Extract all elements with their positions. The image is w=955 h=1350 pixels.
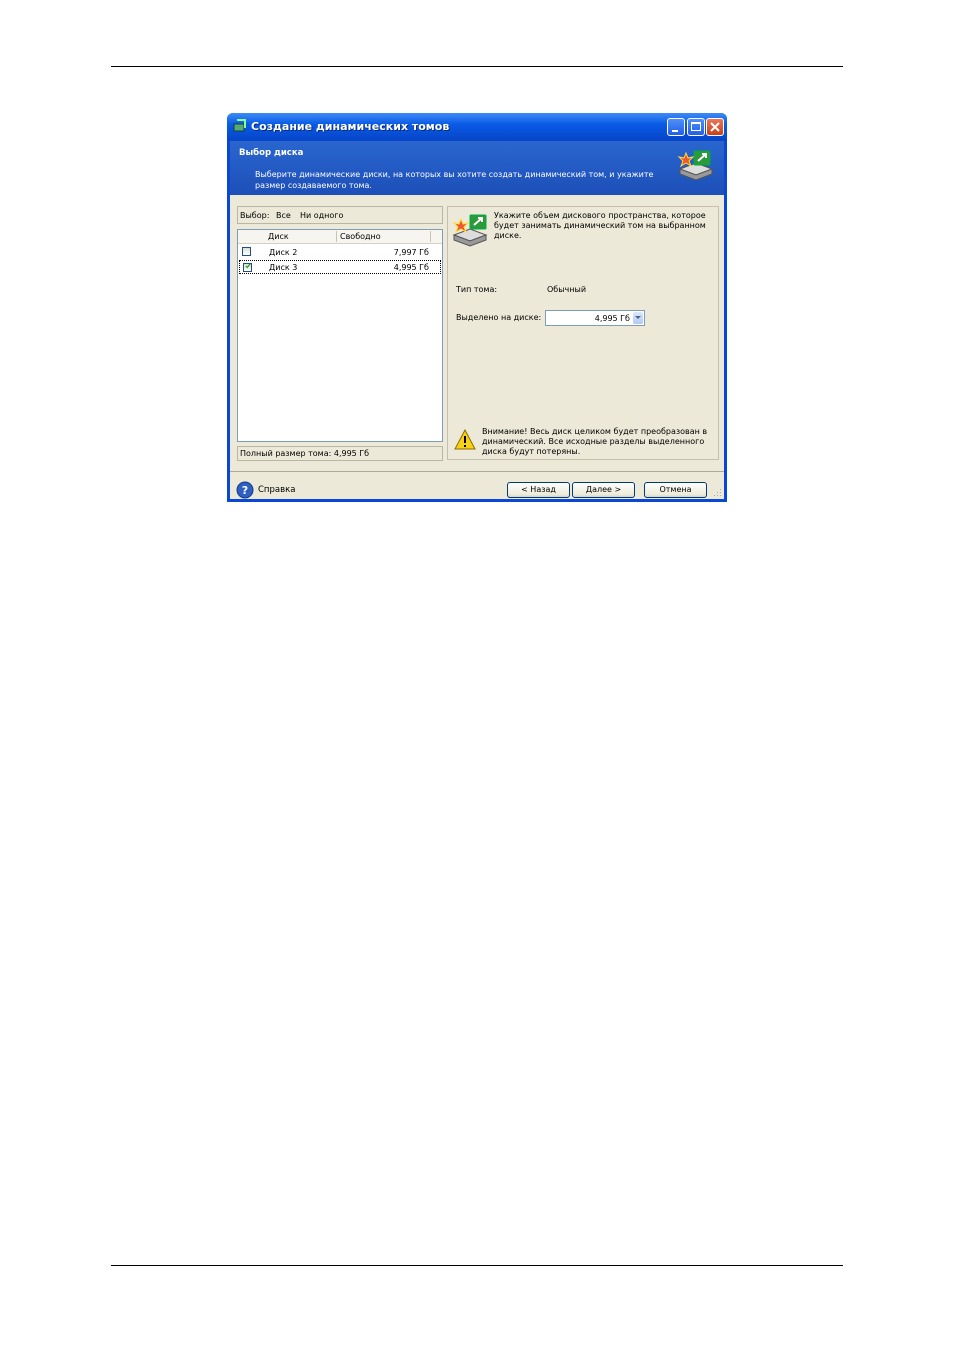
checkmark-icon [245,263,251,269]
volume-details-panel: Укажите объем дискового пространства, ко… [447,206,719,460]
volume-type-value: Обычный [547,285,587,294]
total-size-label: Полный размер тома: 4,995 Гб [240,449,370,458]
disk-name: Диск 2 [269,248,298,257]
window-title: Создание динамических томов [251,120,450,133]
back-button[interactable]: < Назад [507,482,570,498]
close-button[interactable] [706,118,724,136]
disk-volume-icon [452,214,488,247]
warning-icon [454,429,476,450]
warning-text: Внимание! Весь диск целиком будет преобр… [482,427,708,456]
disk-checkbox[interactable] [243,263,252,272]
step-title: Выбор диска [239,148,304,158]
column-separator[interactable] [336,231,337,242]
title-bar[interactable]: Создание динамических томов [227,113,727,141]
wizard-window: Создание динамических томов Выбор диска … [227,113,727,502]
app-icon [233,119,246,132]
column-disk[interactable]: Диск [268,232,289,241]
select-all-link[interactable]: Все [276,211,291,220]
svg-text:?: ? [242,484,248,497]
disk-volume-icon [677,150,714,181]
spin-button[interactable] [633,312,643,324]
wizard-body: Выбор: Все Ни одного Диск Свободно Диск … [230,195,724,499]
disk-list[interactable]: Диск Свободно Диск 2 7,997 Гб Диск 3 4,9… [237,229,443,442]
disk-free-space: 7,997 Гб [393,248,429,257]
disk-checkbox[interactable] [242,247,251,256]
allocated-label: Выделено на диске: [456,313,542,322]
maximize-icon [691,122,701,131]
select-none-link[interactable]: Ни одного [300,211,343,220]
disk-row[interactable]: Диск 3 4,995 Гб [239,260,441,274]
allocation-instruction: Укажите объем дискового пространства, ко… [494,211,706,240]
maximize-button[interactable] [687,118,705,136]
disk-name: Диск 3 [269,263,298,272]
help-icon[interactable]: ? [236,481,254,499]
cancel-button[interactable]: Отмена [644,482,707,498]
step-description: Выберите динамические диски, на которых … [255,170,654,190]
page-top-rule [111,66,843,67]
disk-selection-panel: Выбор: Все Ни одного Диск Свободно Диск … [237,206,443,461]
resize-grip-icon[interactable] [712,487,722,497]
minimize-button[interactable] [667,118,685,136]
minimize-icon [672,130,678,132]
wizard-header: Выбор диска Выберите динамические диски,… [230,141,724,195]
footer-divider [230,471,724,472]
disk-free-space: 4,995 Гб [393,263,429,272]
column-separator[interactable] [430,231,431,242]
page-bottom-rule [111,1265,843,1266]
selection-bar: Выбор: Все Ни одного [237,206,443,224]
disk-row[interactable]: Диск 2 7,997 Гб [239,245,441,259]
volume-type-label: Тип тома: [456,285,498,294]
column-free[interactable]: Свободно [340,232,381,241]
allocated-size-input[interactable]: 4,995 Гб [545,310,645,326]
selection-label: Выбор: [240,211,270,220]
list-header: Диск Свободно [238,230,442,244]
help-link[interactable]: Справка [258,485,295,495]
next-button[interactable]: Далее > [572,482,635,498]
close-icon [710,122,720,132]
chevron-down-icon [635,316,641,319]
allocated-size-value: 4,995 Гб [594,314,630,323]
total-size-bar: Полный размер тома: 4,995 Гб [237,446,443,461]
